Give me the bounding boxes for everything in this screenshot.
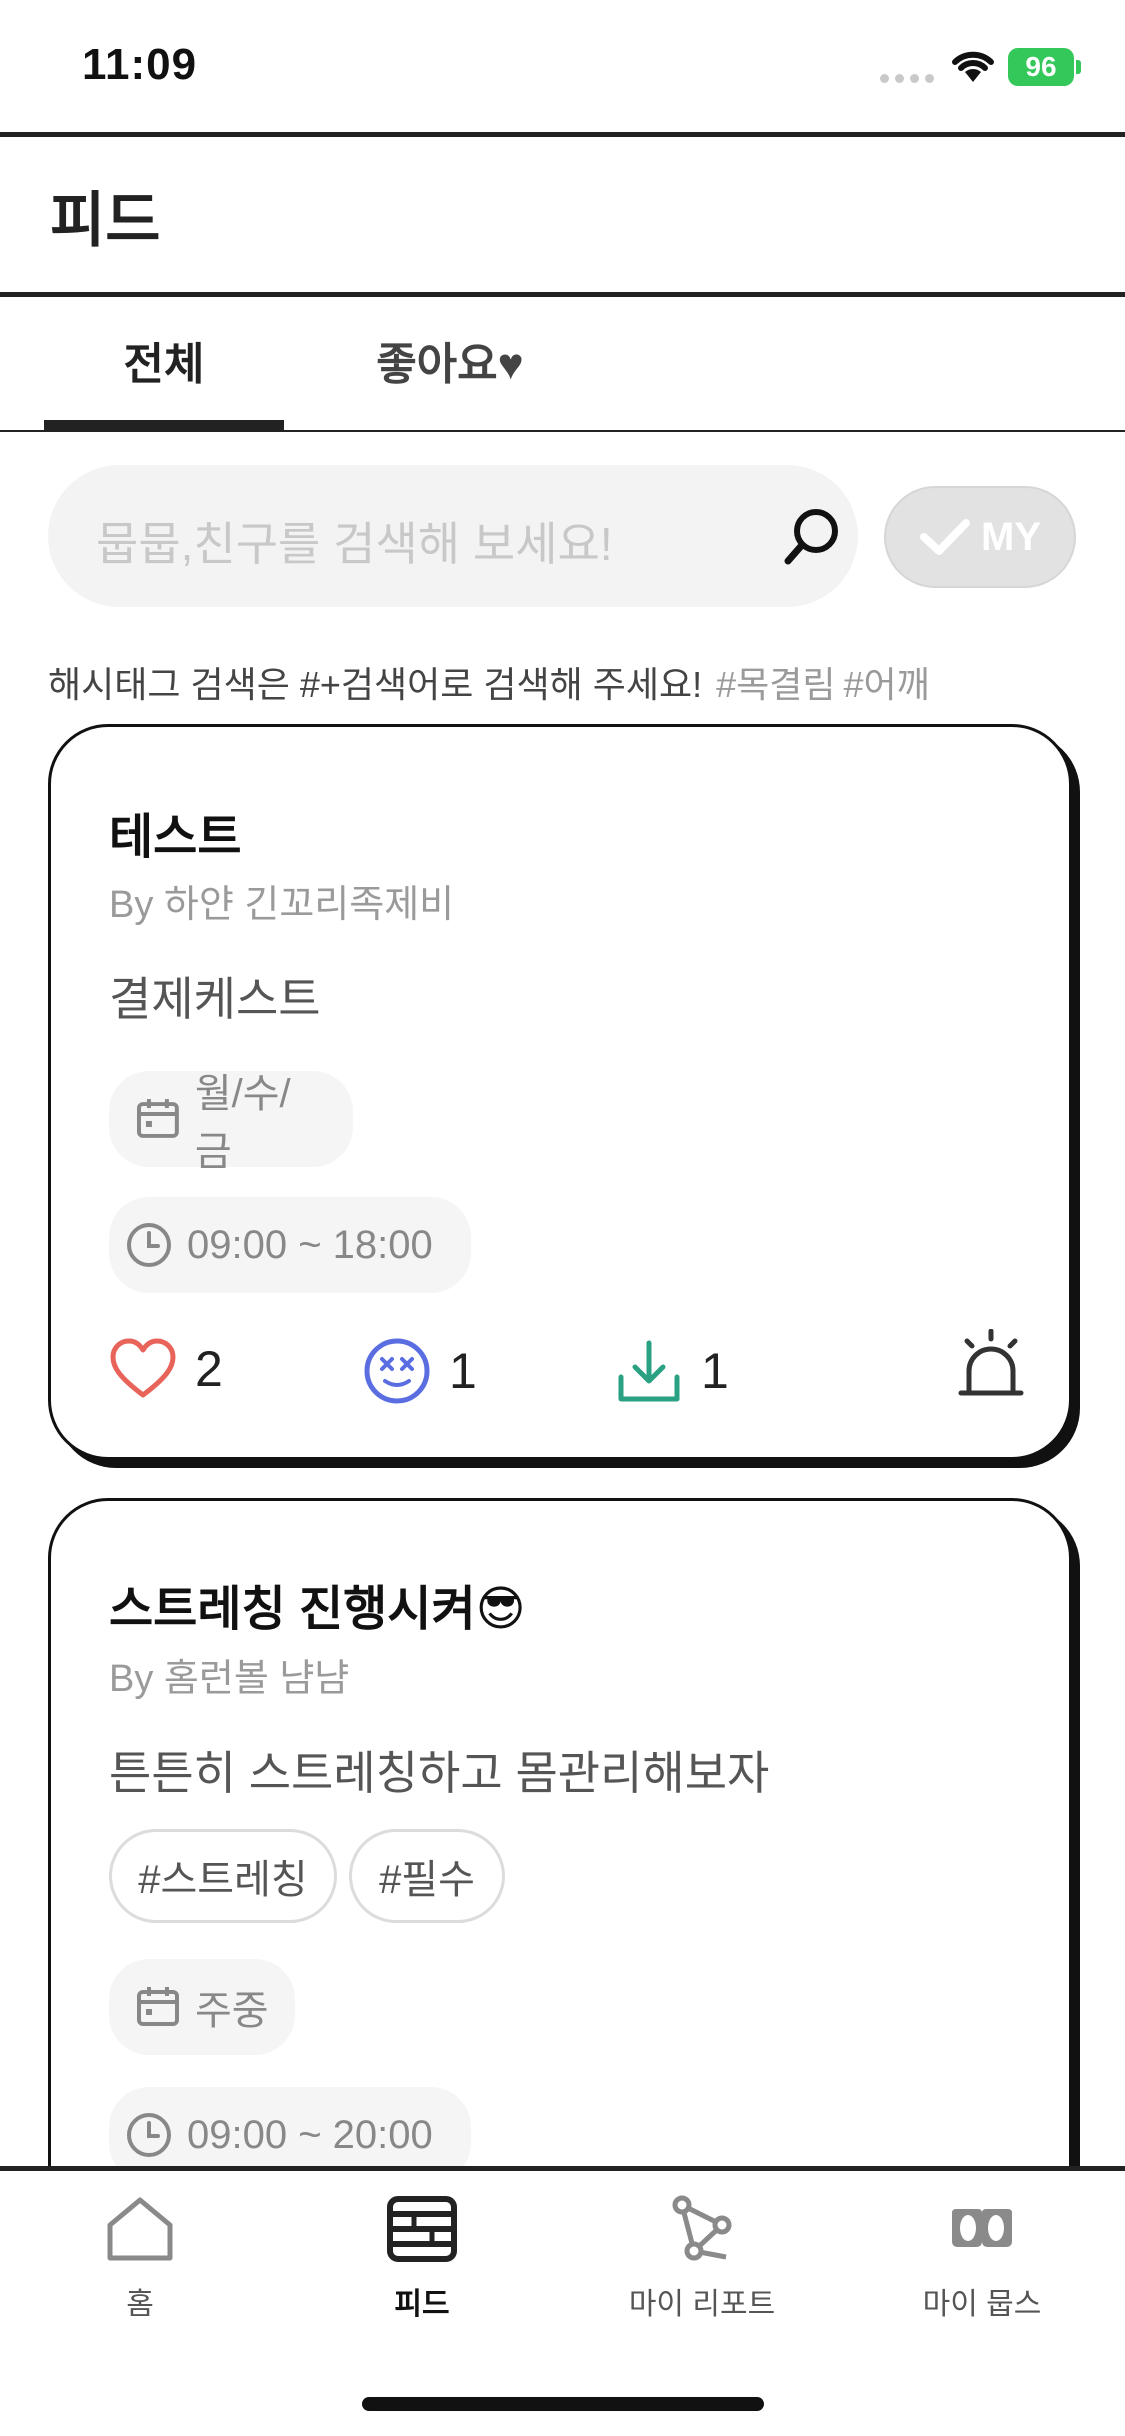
status-time: 11:09	[82, 40, 198, 89]
schedule-time-text: 09:00 ~ 20:00	[187, 2112, 433, 2157]
hashtag-search-hint: 해시태그 검색은 #+검색어로 검색해 주세요! #목결림 #어깨	[48, 656, 930, 708]
like-button[interactable]: 2	[109, 1337, 223, 1401]
nav-feed[interactable]: 피드	[322, 2195, 522, 2323]
feed-card[interactable]: 테스트 By 하얀 긴꼬리족제비 결제케스트 월/수/금 09:00 ~ 18:…	[48, 724, 1072, 1460]
my-toggle-label: MY	[981, 514, 1041, 559]
clock-icon	[127, 1223, 171, 1267]
battery-level: 96	[1025, 51, 1057, 82]
card-author: By 하얀 긴꼬리족제비	[109, 884, 455, 926]
report-siren-icon[interactable]	[955, 1329, 1027, 1401]
hint-text: 해시태그 검색은 #+검색어로 검색해 주세요!	[48, 664, 703, 705]
check-icon	[920, 519, 970, 555]
card-description: 튼튼히 스트레칭하고 몸관리해보자	[109, 1747, 770, 1799]
nav-feed-label: 피드	[394, 2288, 450, 2321]
dizzy-face-icon	[364, 1338, 430, 1404]
schedule-days: 주중	[109, 1959, 295, 2055]
nav-my-report-label: 마이 리포트	[628, 2288, 776, 2321]
card-author: By 홈런볼 냠냠	[109, 1658, 350, 1700]
nav-home-label: 홈	[126, 2288, 154, 2321]
battery-cap	[1076, 60, 1081, 74]
reaction-button[interactable]: 1	[363, 1337, 477, 1405]
search-icon[interactable]	[780, 505, 844, 569]
nav-home[interactable]: 홈	[40, 2195, 240, 2323]
schedule-time-text: 09:00 ~ 18:00	[187, 1222, 433, 1267]
report-icon	[672, 2195, 732, 2261]
hint-example-tag[interactable]: #목결림	[716, 664, 835, 705]
nav-my-moves-label: 마이 뭅스	[922, 2288, 1042, 2321]
search-placeholder: 뭅뭅,친구를 검색해 보세요!	[96, 518, 613, 570]
tabs-divider	[0, 430, 1125, 432]
header-bottom-divider	[0, 292, 1125, 297]
home-icon	[107, 2197, 173, 2261]
download-icon	[618, 1340, 680, 1402]
battery-icon: 96	[1008, 48, 1074, 86]
card-title: 스트레칭 진행시켜😎	[109, 1583, 526, 1636]
moves-icon	[952, 2209, 1012, 2247]
feed-icon	[387, 2196, 457, 2262]
download-button[interactable]: 1	[615, 1337, 729, 1405]
cellular-signal-icon	[880, 74, 936, 86]
reaction-count: 1	[449, 1343, 477, 1399]
schedule-time: 09:00 ~ 18:00	[109, 1197, 471, 1293]
clock-icon	[127, 2113, 171, 2157]
my-filter-toggle[interactable]: MY	[884, 486, 1076, 588]
nav-my-report[interactable]: 마이 리포트	[602, 2195, 802, 2323]
page-title: 피드	[50, 187, 161, 254]
home-indicator	[362, 2397, 764, 2411]
calendar-icon	[136, 1099, 179, 1138]
calendar-icon	[137, 1987, 179, 2026]
nav-my-moves[interactable]: 마이 뭅스	[882, 2195, 1082, 2323]
wifi-icon	[952, 51, 994, 82]
feed-card[interactable]: 스트레칭 진행시켜😎 By 홈런볼 냠냠 튼튼히 스트레칭하고 몸관리해보자 #…	[48, 1498, 1072, 2258]
schedule-days-text: 주중	[195, 1989, 269, 2033]
tab-all[interactable]: 전체	[44, 328, 284, 392]
card-description: 결제케스트	[109, 973, 321, 1025]
tab-liked[interactable]: 좋아요♥	[330, 328, 570, 392]
hashtag-chip[interactable]: #필수	[349, 1829, 505, 1923]
hint-example-tag[interactable]: #어깨	[844, 664, 930, 705]
download-count: 1	[701, 1343, 729, 1399]
schedule-days-text: 월/수/금	[194, 1072, 291, 1174]
tab-active-indicator	[44, 420, 284, 430]
hashtag-chip[interactable]: #스트레칭	[109, 1829, 337, 1923]
card-title: 테스트	[109, 811, 242, 864]
schedule-days: 월/수/금	[109, 1071, 353, 1174]
like-count: 2	[195, 1341, 223, 1397]
header-top-divider	[0, 132, 1125, 137]
heart-icon	[110, 1338, 176, 1398]
